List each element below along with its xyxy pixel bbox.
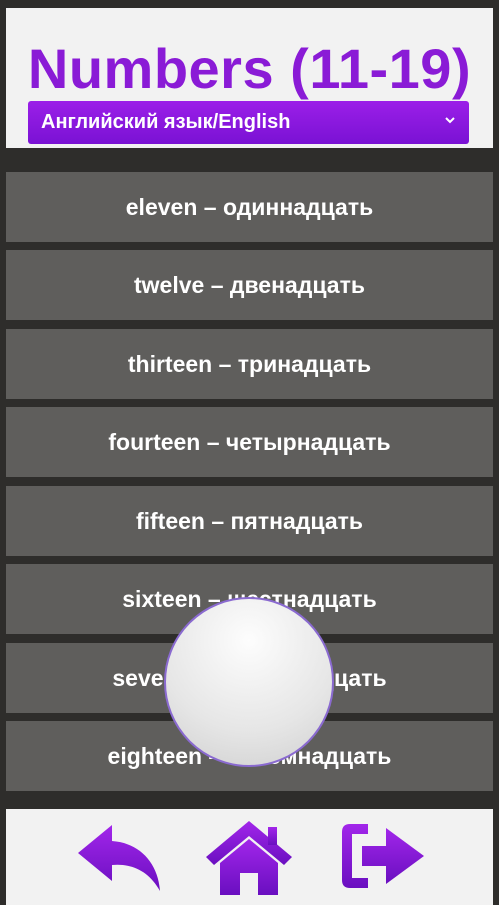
list-item[interactable]: eleven – одиннадцать (6, 172, 493, 242)
language-select-label: Английский язык/English (41, 111, 291, 133)
exit-icon[interactable] (338, 820, 428, 892)
list-item-text: fifteen – пятнадцать (135, 507, 364, 534)
list-item-text: fourteen – четырнадцать (108, 428, 391, 455)
list-item-text: thirteen – тринадцать (127, 350, 372, 377)
list-item-text: twelve – двенадцать (133, 271, 365, 298)
floating-circle-button[interactable] (164, 597, 334, 767)
list-item[interactable]: fourteen – четырнадцать (6, 407, 493, 477)
list-item-text: eleven – одиннадцать (125, 193, 374, 220)
home-icon[interactable] (204, 819, 294, 895)
list-item[interactable]: twelve – двенадцать (6, 250, 493, 320)
list-item[interactable]: fifteen – пятнадцать (6, 486, 493, 556)
chevron-down-icon (445, 117, 455, 124)
list-item[interactable]: thirteen – тринадцать (6, 329, 493, 399)
header-panel: Numbers (11-19) Английский язык/English (6, 8, 493, 148)
language-select[interactable]: Английский язык/English (28, 101, 469, 144)
bottom-nav (6, 809, 493, 905)
page-title: Numbers (11-19) (27, 37, 472, 100)
back-arrow-icon[interactable] (74, 821, 166, 893)
